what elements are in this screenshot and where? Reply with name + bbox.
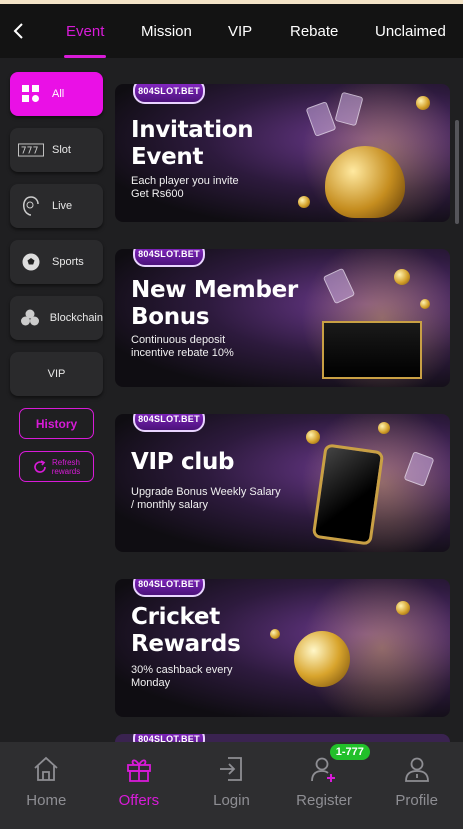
login-icon <box>220 757 243 781</box>
svg-text:777: 777 <box>21 146 39 157</box>
tab-event[interactable]: Event <box>63 4 107 58</box>
refresh-rewards-button[interactable]: Refresh rewards <box>19 451 94 482</box>
home-icon <box>34 756 58 781</box>
history-button[interactable]: History <box>19 408 94 439</box>
nav-profile[interactable]: Profile <box>370 742 463 829</box>
tab-rebate[interactable]: Rebate <box>290 4 338 58</box>
tab-bar: Event Mission VIP Rebate Unclaimed <box>0 4 463 58</box>
category-blockchain[interactable]: Blockchain <box>10 296 103 340</box>
category-label: Blockchain <box>49 312 103 324</box>
nav-label: Profile <box>395 792 438 809</box>
bottom-nav: Home Offers Login 1-777 Register Profile <box>0 742 463 829</box>
category-label: VIP <box>47 368 66 380</box>
banner-title: Invitation Event <box>131 117 254 170</box>
nav-label: Home <box>26 792 67 809</box>
banner-invitation-event[interactable]: 804SLOT.BET Invitation Event Each player… <box>115 84 450 222</box>
cricket-ball-image <box>294 631 350 687</box>
brand-logo: 804SLOT.BET <box>133 414 205 432</box>
category-slot[interactable]: 777 Slot <box>10 128 103 172</box>
category-live[interactable]: Live <box>10 184 103 228</box>
coin-decoration <box>394 269 410 285</box>
banner-subtitle: 30% cashback every Monday <box>131 664 233 689</box>
brand-logo: 804SLOT.BET <box>133 734 205 742</box>
banner-new-member-bonus[interactable]: 804SLOT.BET New Member Bonus Continuous … <box>115 249 450 387</box>
category-label: All <box>52 88 65 100</box>
category-sidebar: All 777 Slot Live Sports Blockchain VIP … <box>10 72 103 482</box>
event-content: All 777 Slot Live Sports Blockchain VIP … <box>0 58 463 742</box>
register-bonus-badge: 1-777 <box>329 744 370 760</box>
gift-icon <box>126 759 151 782</box>
gift-box-image <box>322 321 422 379</box>
coin-decoration <box>306 430 320 444</box>
coin-decoration <box>416 96 430 110</box>
nav-label: Login <box>213 792 250 809</box>
brand-logo: 804SLOT.BET <box>133 579 205 597</box>
coin-decoration <box>396 601 410 615</box>
brand-logo: 804SLOT.BET <box>133 84 205 104</box>
tab-mission[interactable]: Mission <box>141 4 192 58</box>
nav-login[interactable]: Login <box>185 742 278 829</box>
category-label: Slot <box>52 144 71 156</box>
banner-list: 804SLOT.BET Invitation Event Each player… <box>115 84 450 742</box>
dealer-icon <box>18 195 44 217</box>
soccer-ball-icon <box>18 251 44 273</box>
nav-register[interactable]: 1-777 Register <box>278 742 371 829</box>
money-bag-image <box>325 146 405 218</box>
coin-decoration <box>270 629 280 639</box>
user-icon <box>404 757 429 782</box>
nav-label: Register <box>296 792 352 809</box>
refresh-icon <box>33 459 46 473</box>
coin-decoration <box>298 196 310 208</box>
banner-subtitle: Each player you invite Get Rs600 <box>131 175 239 200</box>
refresh-label-line1: Refresh <box>51 457 80 467</box>
banner-subtitle: Upgrade Bonus Weekly Salary / monthly sa… <box>131 486 281 511</box>
brand-logo: 804SLOT.BET <box>133 249 205 267</box>
category-sports[interactable]: Sports <box>10 240 103 284</box>
back-button[interactable] <box>0 4 36 58</box>
banner-title: Cricket Rewards <box>131 604 241 657</box>
tab-vip[interactable]: VIP <box>228 4 252 58</box>
blockchain-icon <box>18 307 42 329</box>
coin-decoration <box>420 299 430 309</box>
slot-machine-icon: 777 <box>18 139 44 161</box>
banner-partial[interactable]: 804SLOT.BET <box>115 734 450 742</box>
category-vip[interactable]: VIP <box>10 352 103 396</box>
category-label: Sports <box>52 256 84 268</box>
banner-cricket-rewards[interactable]: 804SLOT.BET Cricket Rewards 30% cashback… <box>115 579 450 717</box>
nav-home[interactable]: Home <box>0 742 93 829</box>
coin-decoration <box>378 422 390 434</box>
banner-subtitle: Continuous deposit incentive rebate 10% <box>131 334 234 359</box>
tab-unclaimed[interactable]: Unclaimed <box>375 4 446 58</box>
nav-label: Offers <box>118 792 160 809</box>
banner-vip-club[interactable]: 804SLOT.BET VIP club Upgrade Bonus Weekl… <box>115 414 450 552</box>
category-label: Live <box>52 200 73 212</box>
nav-offers[interactable]: Offers <box>93 742 186 829</box>
refresh-label-line2: rewards <box>51 466 81 476</box>
category-all[interactable]: All <box>10 72 103 116</box>
chevron-left-icon <box>13 23 23 39</box>
scrollbar[interactable] <box>455 120 459 224</box>
banner-title: VIP club <box>131 449 235 475</box>
grid-icon <box>18 83 44 105</box>
banner-title: New Member Bonus <box>131 277 298 330</box>
